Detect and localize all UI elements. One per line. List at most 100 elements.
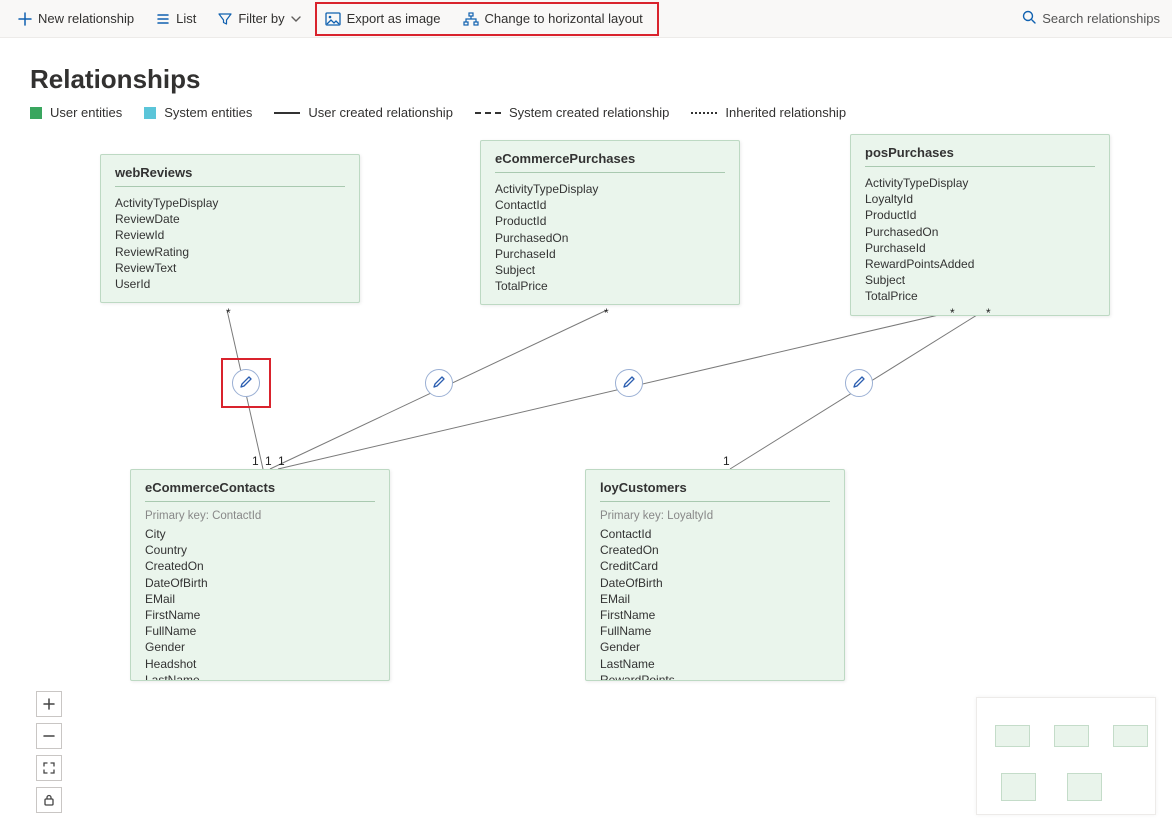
card-attr: DateOfBirth bbox=[145, 575, 375, 591]
card-attr: DateOfBirth bbox=[600, 575, 830, 591]
card-title: eCommercePurchases bbox=[495, 151, 725, 166]
cardinality-one: 1 bbox=[723, 454, 730, 468]
minimap-node bbox=[995, 725, 1030, 747]
card-divider bbox=[145, 501, 375, 502]
cardinality-many: * bbox=[986, 306, 991, 320]
page-title: Relationships bbox=[30, 64, 1142, 95]
new-relationship-button[interactable]: New relationship bbox=[10, 7, 142, 30]
card-attr: LastName bbox=[145, 672, 375, 681]
export-image-button[interactable]: Export as image bbox=[317, 7, 449, 30]
card-attr: PurchaseId bbox=[495, 246, 725, 262]
card-attr: TotalPrice bbox=[495, 278, 725, 294]
hierarchy-icon bbox=[463, 12, 479, 26]
card-attr: Country bbox=[145, 542, 375, 558]
zoom-in-button[interactable] bbox=[36, 691, 62, 717]
edit-relationship-button[interactable] bbox=[425, 369, 453, 397]
list-icon bbox=[156, 12, 170, 26]
card-title: posPurchases bbox=[865, 145, 1095, 160]
card-title: webReviews bbox=[115, 165, 345, 180]
card-title: loyCustomers bbox=[600, 480, 830, 495]
pencil-icon bbox=[432, 375, 446, 392]
card-title: eCommerceContacts bbox=[145, 480, 375, 495]
entity-card-loycustomers[interactable]: loyCustomers Primary key: LoyaltyId Cont… bbox=[585, 469, 845, 681]
edit-relationship-button[interactable] bbox=[845, 369, 873, 397]
card-attr: UserId bbox=[115, 276, 345, 292]
card-attr: PurchaseId bbox=[865, 240, 1095, 256]
list-button[interactable]: List bbox=[148, 7, 204, 30]
toolbar: New relationship List Filter by Export a… bbox=[0, 0, 1172, 38]
minimap-node bbox=[1054, 725, 1089, 747]
card-attr: ActivityTypeDisplay bbox=[865, 175, 1095, 191]
change-layout-button[interactable]: Change to horizontal layout bbox=[455, 7, 651, 30]
card-primary-key: Primary key: LoyaltyId bbox=[600, 510, 830, 522]
edit-relationship-button[interactable] bbox=[232, 369, 260, 397]
solid-line-icon bbox=[274, 112, 300, 114]
minimap[interactable] bbox=[976, 697, 1156, 815]
card-attr: ProductId bbox=[495, 213, 725, 229]
zoom-out-button[interactable] bbox=[36, 723, 62, 749]
card-divider bbox=[600, 501, 830, 502]
cardinality-one: 1 bbox=[252, 454, 259, 468]
entity-card-ecommercecontacts[interactable]: eCommerceContacts Primary key: ContactId… bbox=[130, 469, 390, 681]
list-label: List bbox=[176, 11, 196, 26]
card-attr: EMail bbox=[145, 591, 375, 607]
legend: User entities System entities User creat… bbox=[30, 105, 1142, 120]
card-attr: TotalPrice bbox=[865, 288, 1095, 304]
cardinality-many: * bbox=[950, 306, 955, 320]
search-icon bbox=[1022, 10, 1036, 27]
filter-by-label: Filter by bbox=[238, 11, 284, 26]
lock-button[interactable] bbox=[36, 787, 62, 813]
card-attr: Subject bbox=[495, 262, 725, 278]
search-placeholder-text: Search relationships bbox=[1042, 11, 1160, 26]
entity-card-webreviews[interactable]: webReviews ActivityTypeDisplay ReviewDat… bbox=[100, 154, 360, 303]
cardinality-many: * bbox=[604, 306, 609, 320]
cardinality-many: * bbox=[226, 306, 231, 320]
legend-inherited-rel: Inherited relationship bbox=[691, 105, 846, 120]
card-attr: ProductId bbox=[865, 207, 1095, 223]
card-attr: ContactId bbox=[495, 197, 725, 213]
card-attr: CreatedOn bbox=[145, 558, 375, 574]
entity-card-ecommercepurchases[interactable]: eCommercePurchases ActivityTypeDisplay C… bbox=[480, 140, 740, 305]
plus-icon bbox=[18, 12, 32, 26]
card-attr: LastName bbox=[600, 656, 830, 672]
card-attr: FullName bbox=[600, 623, 830, 639]
chevron-down-icon bbox=[291, 14, 301, 24]
relationship-canvas[interactable]: webReviews ActivityTypeDisplay ReviewDat… bbox=[30, 134, 1142, 754]
minimap-node bbox=[1067, 773, 1102, 801]
card-attr: RewardPointsAdded bbox=[865, 256, 1095, 272]
card-attr: Subject bbox=[865, 272, 1095, 288]
card-attr: CreatedOn bbox=[600, 542, 830, 558]
minimap-node bbox=[1001, 773, 1036, 801]
filter-icon bbox=[218, 12, 232, 26]
card-attr: PurchasedOn bbox=[495, 230, 725, 246]
edit-relationship-button[interactable] bbox=[615, 369, 643, 397]
cardinality-one: 1 bbox=[278, 454, 285, 468]
card-attr: EMail bbox=[600, 591, 830, 607]
card-divider bbox=[115, 186, 345, 187]
pencil-icon bbox=[622, 375, 636, 392]
zoom-controls bbox=[36, 691, 62, 813]
card-attr: FirstName bbox=[145, 607, 375, 623]
page-body: Relationships User entities System entit… bbox=[0, 38, 1172, 831]
new-relationship-label: New relationship bbox=[38, 11, 134, 26]
card-attr: FullName bbox=[145, 623, 375, 639]
image-icon bbox=[325, 12, 341, 26]
legend-user-entities: User entities bbox=[30, 105, 122, 120]
entity-card-pospurchases[interactable]: posPurchases ActivityTypeDisplay Loyalty… bbox=[850, 134, 1110, 316]
system-entities-swatch bbox=[144, 107, 156, 119]
card-attr: Gender bbox=[600, 639, 830, 655]
card-divider bbox=[495, 172, 725, 173]
filter-by-button[interactable]: Filter by bbox=[210, 7, 308, 30]
dash-line-icon bbox=[475, 112, 501, 114]
fit-screen-button[interactable] bbox=[36, 755, 62, 781]
card-attr: FirstName bbox=[600, 607, 830, 623]
card-attr: ActivityTypeDisplay bbox=[115, 195, 345, 211]
card-attr: ContactId bbox=[600, 526, 830, 542]
search-relationships-button[interactable]: Search relationships bbox=[1022, 10, 1160, 27]
card-attr: CreditCard bbox=[600, 558, 830, 574]
pencil-icon bbox=[239, 375, 253, 392]
card-attr: Headshot bbox=[145, 656, 375, 672]
pencil-icon bbox=[852, 375, 866, 392]
highlighted-toolbar-section: Export as image Change to horizontal lay… bbox=[315, 2, 659, 36]
card-attr: ActivityTypeDisplay bbox=[495, 181, 725, 197]
